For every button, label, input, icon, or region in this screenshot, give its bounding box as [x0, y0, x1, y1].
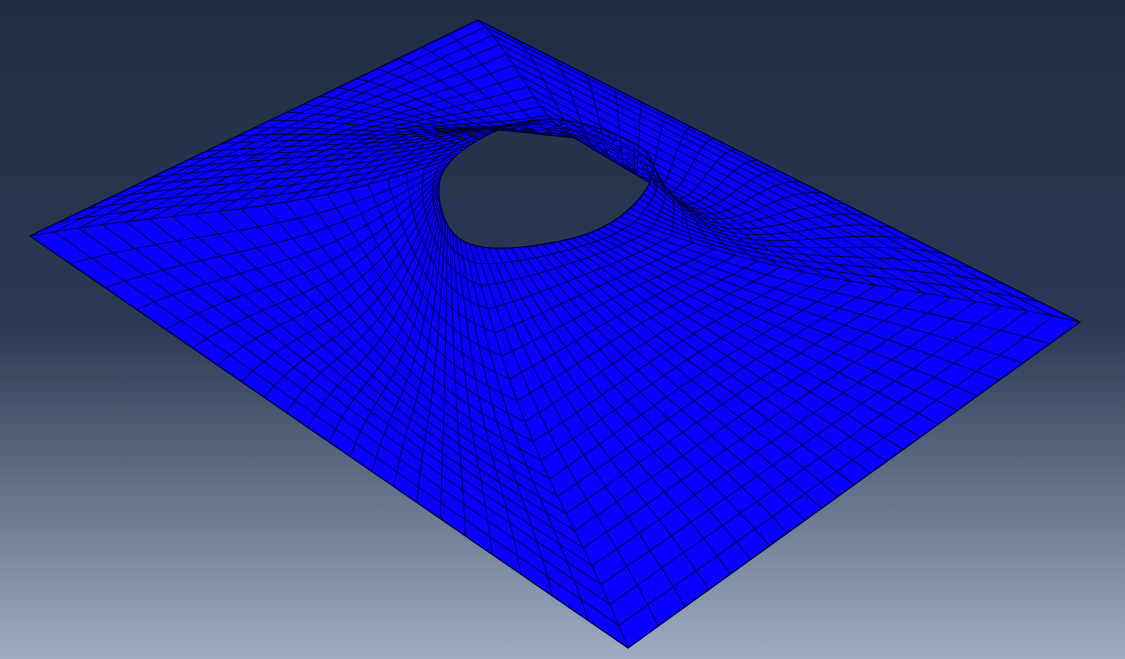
graphics-viewport[interactable]: [0, 0, 1125, 659]
mesh-scene[interactable]: [0, 0, 1125, 659]
